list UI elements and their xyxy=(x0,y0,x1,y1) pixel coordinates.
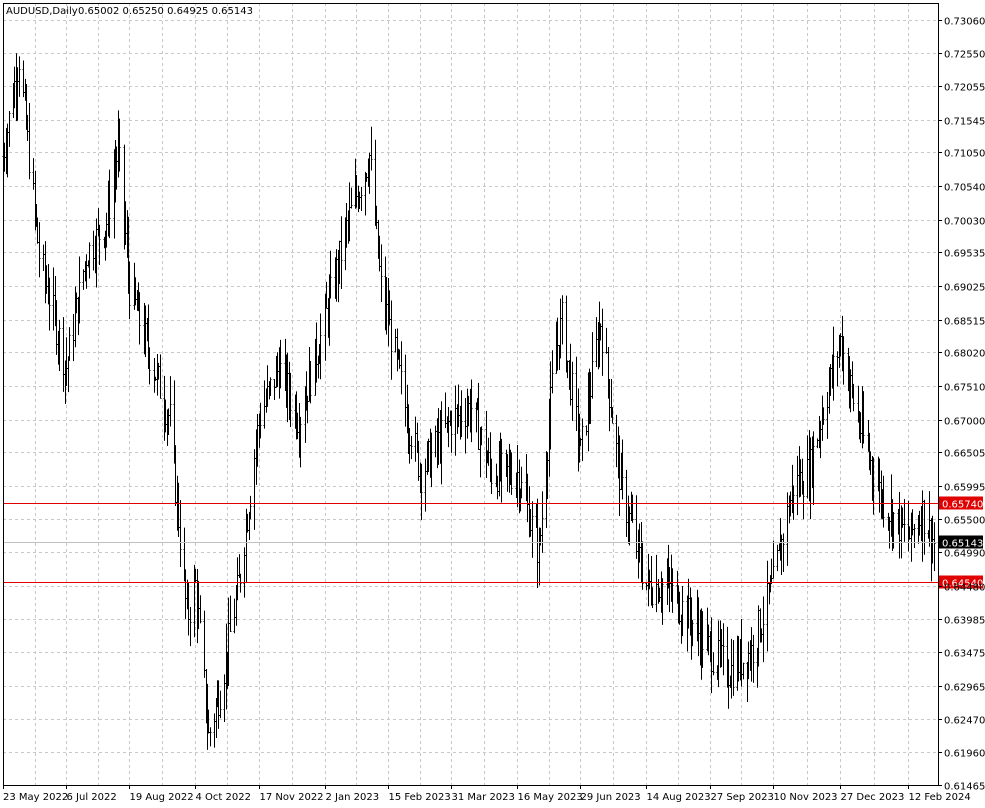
y-tick-label: 0.62965 xyxy=(944,683,985,694)
y-tick-label: 0.61465 xyxy=(944,782,985,793)
x-tick-label: 10 Nov 2023 xyxy=(774,792,838,803)
y-tick-label: 0.68515 xyxy=(944,317,985,328)
symbol-label: AUDUSD,Daily xyxy=(6,6,78,17)
x-tick-label: 27 Sep 2023 xyxy=(711,792,774,803)
x-tick-label: 16 May 2023 xyxy=(518,792,583,803)
y-tick-label: 0.68020 xyxy=(944,349,985,360)
x-tick-label: 23 May 2022 xyxy=(3,792,68,803)
y-tick-label: 0.69535 xyxy=(944,249,985,260)
y-tick-label: 0.61960 xyxy=(944,749,985,760)
x-tick-label: 2 Jan 2023 xyxy=(326,792,380,803)
y-tick-label: 0.67000 xyxy=(944,417,985,428)
x-tick-label: 29 Jun 2023 xyxy=(581,792,641,803)
y-tick-label: 0.67510 xyxy=(944,383,985,394)
y-tick-label: 0.62470 xyxy=(944,716,985,727)
chart-window[interactable]: 0.65143 0.65740 0.64540 0.73060 0.72550 0.72… xyxy=(0,0,985,808)
y-tick-label: 0.71050 xyxy=(944,149,985,160)
y-tick-label: 0.64480 xyxy=(944,583,985,594)
y-tick-label: 0.66505 xyxy=(944,449,985,460)
x-tick-label: 31 Mar 2023 xyxy=(452,792,515,803)
y-tick-label: 0.63475 xyxy=(944,649,985,660)
x-tick-label: 12 Feb 2024 xyxy=(909,792,971,803)
x-tick-label: 17 Nov 2022 xyxy=(260,792,324,803)
price-chart[interactable]: 0.651430.657400.64540 0.730600.725500.72… xyxy=(0,0,985,808)
y-tick-label: 0.64990 xyxy=(944,549,985,560)
y-tick-label: 0.65500 xyxy=(944,516,985,527)
y-tick-label: 0.63985 xyxy=(944,616,985,627)
y-tick-label: 0.70540 xyxy=(944,183,985,194)
x-tick-label: 4 Oct 2022 xyxy=(196,792,251,803)
y-tick-label: 0.70030 xyxy=(944,217,985,228)
x-tick-label: 15 Feb 2023 xyxy=(389,792,451,803)
x-tick-label: 27 Dec 2023 xyxy=(841,792,905,803)
y-tick-label: 0.69025 xyxy=(944,283,985,294)
y-tick-label: 0.71545 xyxy=(944,117,985,128)
x-tick-label: 19 Aug 2022 xyxy=(130,792,194,803)
y-tick-label: 0.72550 xyxy=(944,50,985,61)
ohlc-readout: 0.65002 0.65250 0.64925 0.65143 xyxy=(78,6,253,17)
y-tick-label: 0.65995 xyxy=(944,483,985,494)
y-tick-label: 0.72055 xyxy=(944,83,985,94)
x-tick-label: 6 Jul 2022 xyxy=(67,792,117,803)
horizontal-level-label: 0.65740 xyxy=(942,500,983,511)
y-tick-label: 0.73060 xyxy=(944,17,985,28)
x-tick-label: 14 Aug 2023 xyxy=(647,792,711,803)
